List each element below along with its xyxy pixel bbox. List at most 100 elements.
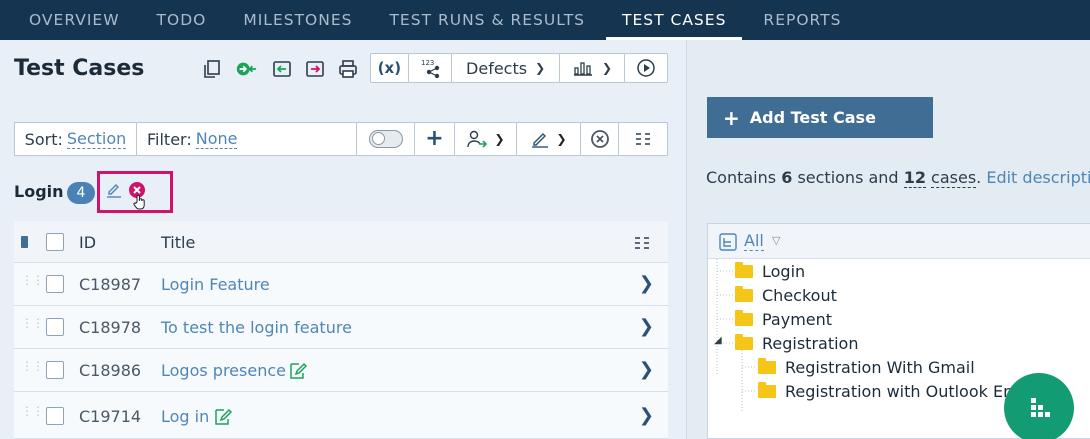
row-checkbox[interactable] bbox=[46, 275, 64, 293]
tree-item-registration-gmail[interactable]: Registration With Gmail bbox=[758, 358, 975, 377]
case-id: C18986 bbox=[79, 361, 142, 380]
tree-item-registration[interactable]: Registration bbox=[735, 334, 858, 353]
add-case-button[interactable]: + bbox=[415, 123, 455, 155]
tree-filter-link[interactable]: All bbox=[744, 232, 764, 251]
defects-label: Defects bbox=[466, 58, 528, 78]
table-header: ID Title bbox=[14, 221, 668, 263]
columns-button[interactable] bbox=[619, 123, 667, 155]
column-header-title[interactable]: Title bbox=[161, 233, 195, 252]
export-icon[interactable] bbox=[304, 58, 326, 80]
add-test-case-button[interactable]: + Add Test Case bbox=[707, 97, 933, 138]
drag-handle-icon[interactable]: ⋮⋮ bbox=[21, 317, 44, 329]
table-row[interactable]: ⋮⋮ C19714 Log in ❯ bbox=[14, 392, 668, 439]
chevron-right-icon[interactable]: ❯ bbox=[639, 359, 654, 380]
tree-item-registration-outlook[interactable]: Registration with Outlook Ema bbox=[758, 382, 1028, 401]
print-icon[interactable] bbox=[337, 58, 359, 80]
tab-test-runs-results[interactable]: TEST RUNS & RESULTS bbox=[389, 0, 585, 40]
tab-milestones[interactable]: MILESTONES bbox=[243, 0, 352, 40]
datasets-button[interactable]: 123 bbox=[409, 54, 453, 82]
folder-icon bbox=[735, 286, 753, 302]
tab-todo[interactable]: TODO bbox=[157, 0, 207, 40]
tab-overview[interactable]: OVERVIEW bbox=[29, 0, 120, 40]
tree-item-label: Login bbox=[762, 262, 806, 281]
datasets-icon: 123 bbox=[421, 59, 440, 79]
folder-icon bbox=[735, 310, 753, 326]
chevron-down-icon: ❯ bbox=[556, 132, 567, 146]
columns-icon bbox=[636, 133, 650, 145]
test-cases-panel: Test Cases (x) 123 Defects ❯ ❯ Sort: Sec… bbox=[0, 40, 686, 439]
tree-item-label: Checkout bbox=[762, 286, 837, 305]
chevron-right-icon[interactable]: ❯ bbox=[639, 273, 654, 294]
chevron-down-icon: ❯ bbox=[601, 61, 613, 75]
move-sections-icon[interactable] bbox=[235, 58, 257, 80]
table-row[interactable]: ⋮⋮ C18986 Logos presence ❯ bbox=[14, 349, 668, 392]
tree-item-login[interactable]: Login bbox=[735, 262, 805, 281]
toolbar-group: (x) 123 Defects ❯ ❯ bbox=[370, 53, 668, 83]
case-id: C19714 bbox=[79, 407, 142, 426]
edit-section-icon[interactable] bbox=[105, 181, 123, 203]
filter-label: Filter: bbox=[147, 129, 192, 149]
row-checkbox[interactable] bbox=[46, 361, 64, 379]
dots-grid-icon bbox=[1031, 398, 1050, 417]
assign-dropdown[interactable]: ❯ bbox=[455, 123, 517, 155]
tab-test-cases[interactable]: TEST CASES bbox=[605, 0, 743, 40]
folder-icon bbox=[758, 382, 776, 398]
tree-item-label: Registration with Outlook Ema bbox=[785, 382, 1029, 401]
sort-control[interactable]: Sort: Section bbox=[15, 123, 137, 155]
table-row[interactable]: ⋮⋮ C18987 Login Feature ❯ bbox=[14, 263, 668, 306]
chevron-right-icon[interactable]: ❯ bbox=[639, 316, 654, 337]
drag-handle-icon[interactable]: ⋮⋮ bbox=[21, 405, 44, 417]
edit-description-link[interactable]: Edit description bbox=[986, 168, 1090, 187]
select-all-checkbox[interactable] bbox=[46, 233, 64, 251]
reports-chart-dropdown[interactable]: ❯ bbox=[560, 54, 626, 82]
top-navigation: OVERVIEW TODO MILESTONES TEST RUNS & RES… bbox=[0, 0, 1090, 40]
svg-text:123: 123 bbox=[421, 59, 434, 67]
filter-control[interactable]: Filter: None bbox=[137, 123, 357, 155]
case-id: C18987 bbox=[79, 275, 142, 294]
sections-word: sections and bbox=[797, 168, 899, 187]
case-title-link[interactable]: Login Feature bbox=[161, 275, 270, 294]
toggle-switch[interactable] bbox=[357, 123, 415, 155]
tree-item-label: Payment bbox=[762, 310, 833, 329]
filter-value-link[interactable]: None bbox=[195, 129, 238, 149]
run-button[interactable] bbox=[625, 54, 667, 82]
row-checkbox[interactable] bbox=[46, 407, 64, 425]
drag-handle-icon[interactable]: ⋮⋮ bbox=[21, 360, 44, 372]
copy-icon[interactable] bbox=[201, 58, 223, 80]
summary-prefix: Contains bbox=[706, 168, 777, 187]
case-title-link[interactable]: To test the login feature bbox=[161, 318, 352, 337]
row-checkbox[interactable] bbox=[46, 318, 64, 336]
folder-icon bbox=[758, 358, 776, 374]
bulk-edit-dropdown[interactable]: ❯ bbox=[517, 123, 581, 155]
folder-icon bbox=[735, 334, 753, 350]
defects-dropdown[interactable]: Defects ❯ bbox=[452, 54, 560, 82]
suite-summary: Contains 6 sections and 12 cases. Edit d… bbox=[706, 168, 1090, 188]
tree-item-checkout[interactable]: Checkout bbox=[735, 286, 837, 305]
variables-icon: (x) bbox=[377, 59, 402, 77]
case-count-badge: 4 bbox=[67, 182, 95, 204]
tree-item-payment[interactable]: Payment bbox=[735, 310, 832, 329]
edit-note-icon[interactable] bbox=[288, 361, 308, 385]
caret-down-icon[interactable]: ▽ bbox=[772, 234, 780, 247]
toggle-track bbox=[368, 130, 403, 148]
plus-icon: + bbox=[723, 105, 740, 130]
play-circle-icon bbox=[637, 59, 655, 77]
tree-structure-icon bbox=[719, 233, 737, 255]
sort-value-link[interactable]: Section bbox=[66, 129, 127, 149]
help-launcher-button[interactable] bbox=[1004, 373, 1074, 439]
drag-handle-icon[interactable]: ⋮⋮ bbox=[21, 274, 44, 286]
edit-note-icon[interactable] bbox=[213, 407, 233, 431]
import-icon[interactable] bbox=[271, 58, 293, 80]
collapse-triangle-icon[interactable]: ◢ bbox=[714, 335, 722, 346]
plus-icon: + bbox=[425, 126, 444, 151]
column-settings-icon[interactable] bbox=[634, 235, 650, 254]
table-row[interactable]: ⋮⋮ C18978 To test the login feature ❯ bbox=[14, 306, 668, 349]
case-title-link[interactable]: Log in bbox=[161, 407, 209, 426]
circle-x-icon bbox=[590, 130, 609, 148]
case-title-link[interactable]: Logos presence bbox=[161, 361, 286, 380]
chevron-right-icon[interactable]: ❯ bbox=[639, 405, 654, 426]
column-header-id[interactable]: ID bbox=[79, 233, 96, 252]
variables-button[interactable]: (x) bbox=[371, 54, 409, 82]
tab-reports[interactable]: REPORTS bbox=[763, 0, 841, 40]
delete-button[interactable] bbox=[581, 123, 619, 155]
